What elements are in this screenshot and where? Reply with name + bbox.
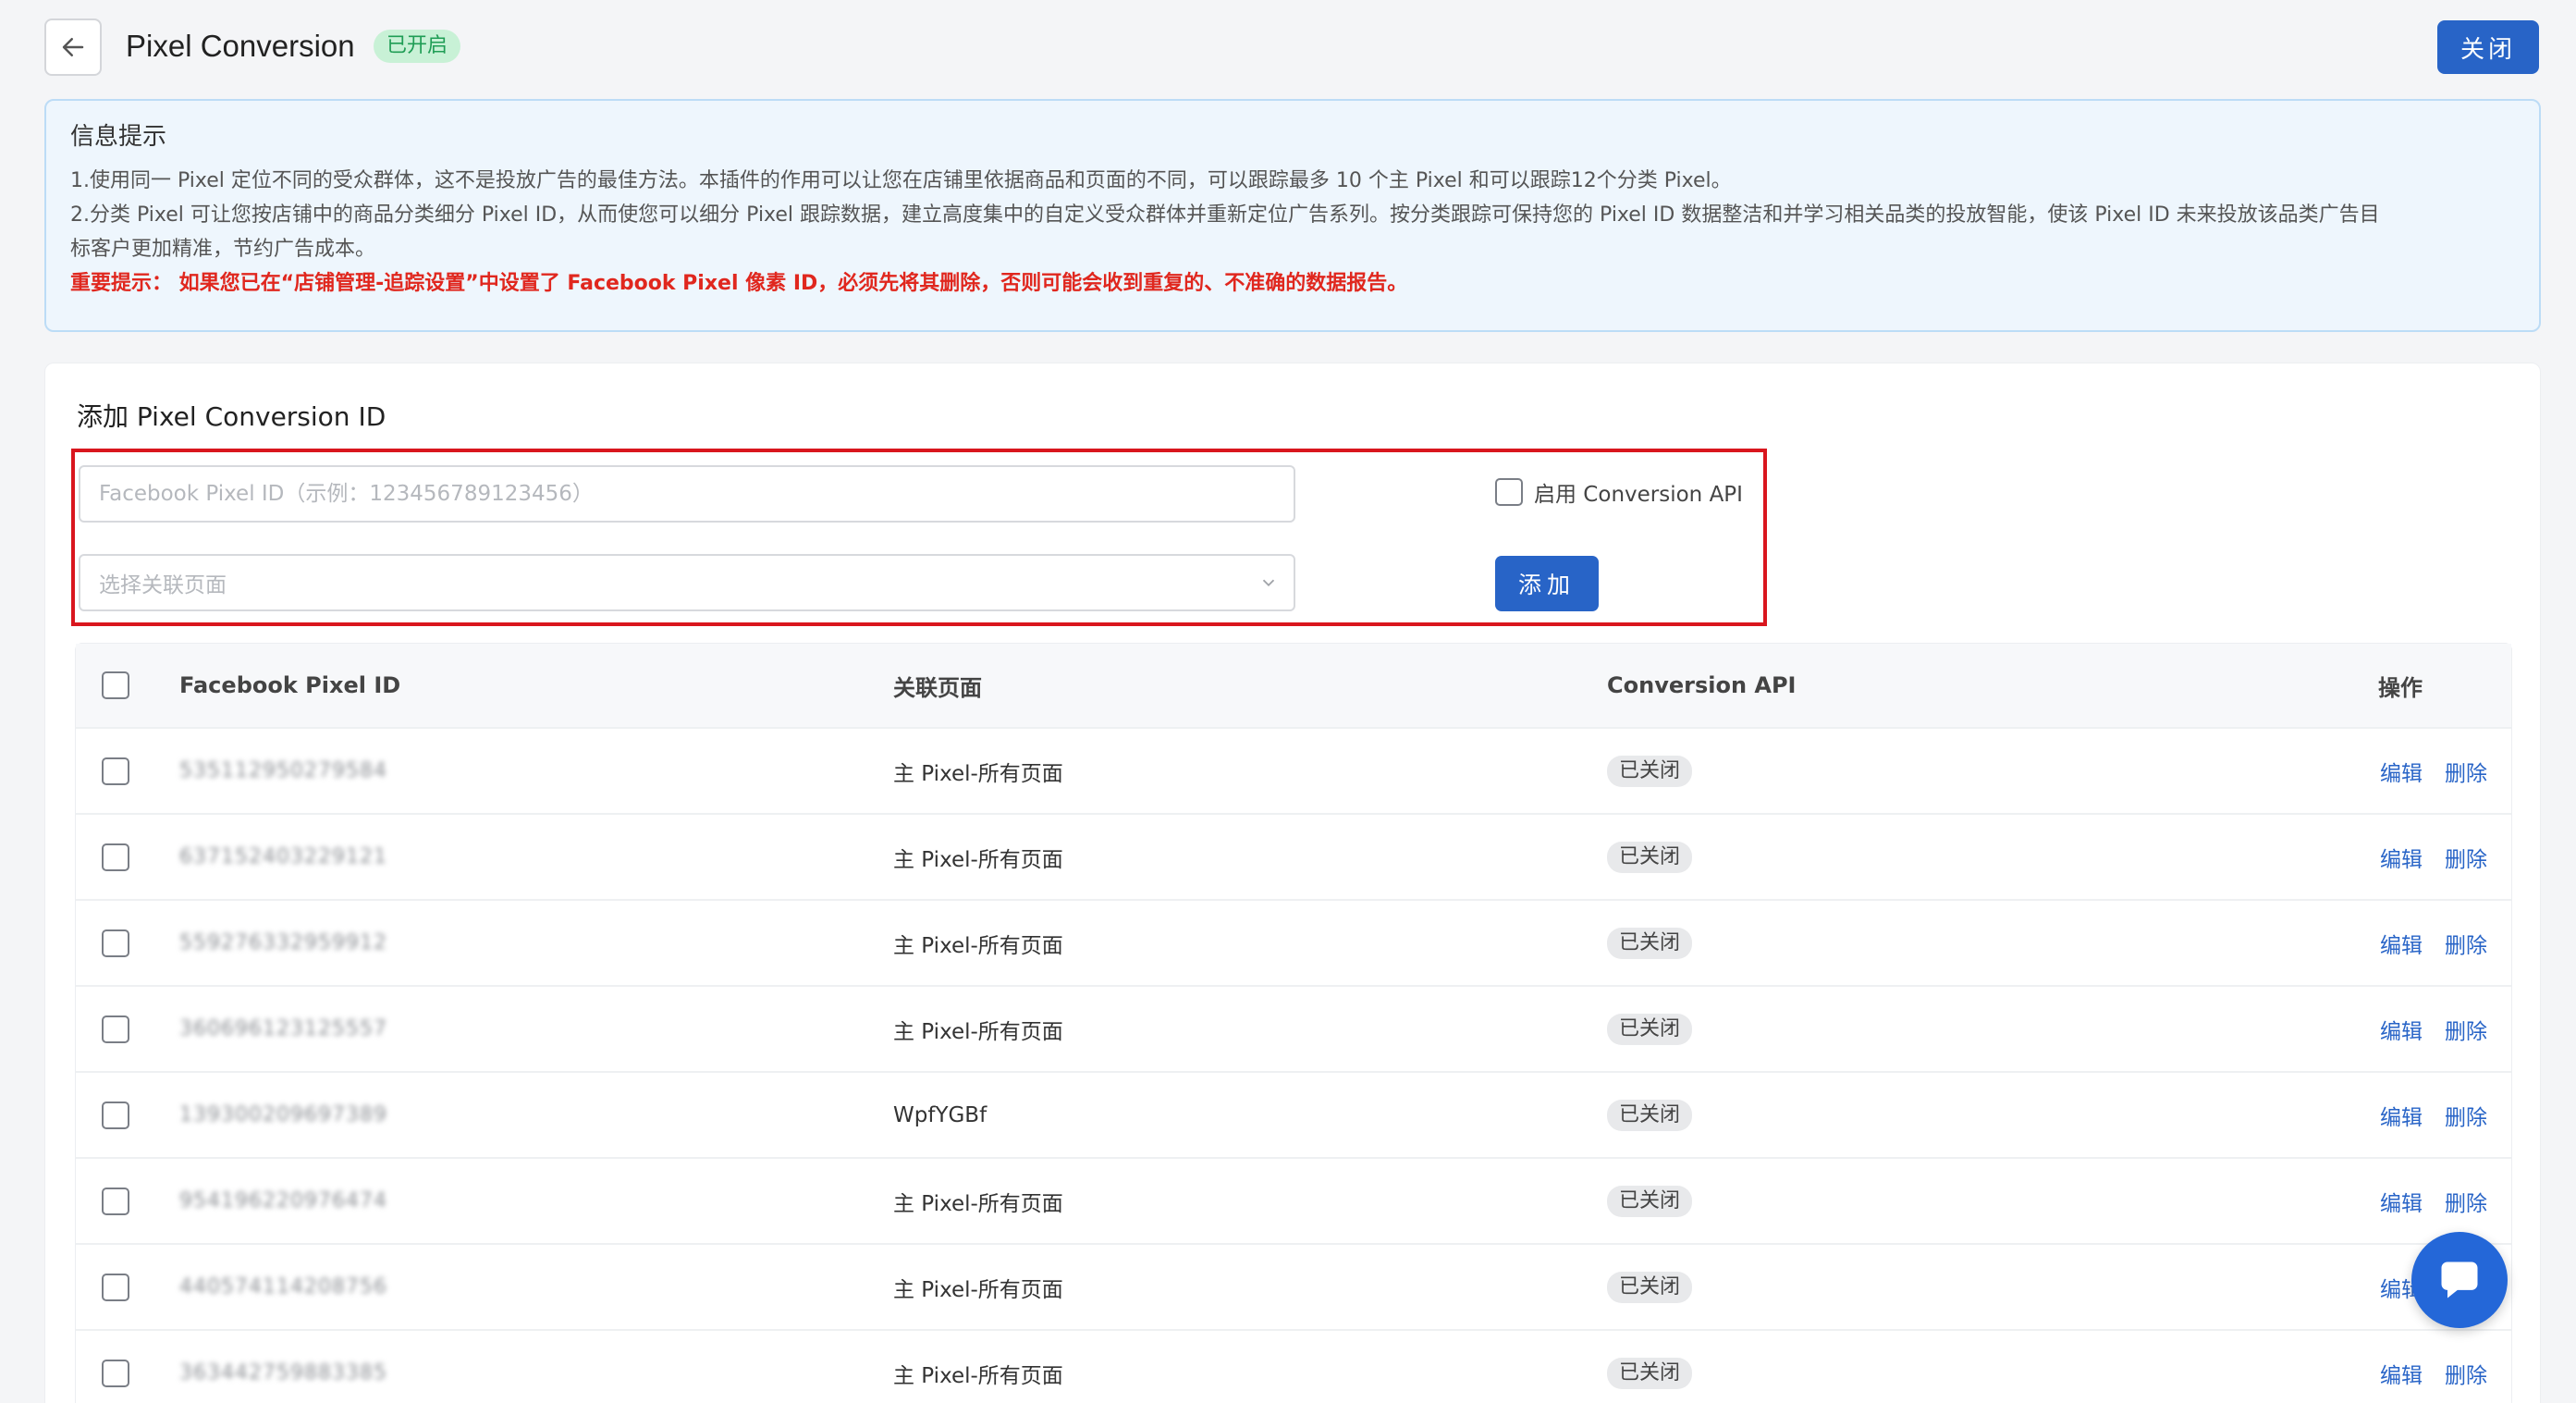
- edit-link[interactable]: 编辑: [2380, 928, 2423, 959]
- edit-link[interactable]: 编辑: [2380, 842, 2423, 873]
- delete-link[interactable]: 删除: [2445, 928, 2487, 959]
- pixel-id: 954196220976474: [179, 1189, 387, 1212]
- delete-link[interactable]: 删除: [2445, 842, 2487, 873]
- linked-page: 主 Pixel-所有页面: [893, 1277, 1063, 1302]
- capi-status-badge: 已关闭: [1607, 1099, 1693, 1131]
- linked-page: 主 Pixel-所有页面: [893, 761, 1063, 786]
- row-checkbox[interactable]: [102, 1273, 129, 1301]
- edit-link[interactable]: 编辑: [2380, 1014, 2423, 1045]
- delete-link[interactable]: 删除: [2445, 1100, 2487, 1131]
- add-section-title: 添加 Pixel Conversion ID: [77, 401, 386, 432]
- capi-status-badge: 已关闭: [1607, 1185, 1693, 1217]
- table-row: 360696123125557 主 Pixel-所有页面 已关闭 编辑 删除: [76, 985, 2511, 1071]
- page-select-placeholder: 选择关联页面: [99, 573, 227, 597]
- header-pixel-id: Facebook Pixel ID: [179, 672, 401, 698]
- capi-status-badge: 已关闭: [1607, 755, 1693, 787]
- table-row: 954196220976474 主 Pixel-所有页面 已关闭 编辑 删除: [76, 1157, 2511, 1243]
- capi-status-badge: 已关闭: [1607, 841, 1693, 873]
- page-header: Pixel Conversion 已开启 关闭: [44, 18, 2541, 76]
- table-row: 637152403229121 主 Pixel-所有页面 已关闭 编辑 删除: [76, 813, 2511, 899]
- pixel-id: 440574114208756: [179, 1275, 387, 1298]
- capi-status-badge: 已关闭: [1607, 1357, 1693, 1389]
- table-row: 440574114208756 主 Pixel-所有页面 已关闭 编辑 删除: [76, 1243, 2511, 1329]
- linked-page: 主 Pixel-所有页面: [893, 1019, 1063, 1044]
- info-line-3: 标客户更加精准，节约广告成本。: [70, 238, 376, 261]
- header-page: 关联页面: [893, 674, 982, 701]
- row-checkbox[interactable]: [102, 843, 129, 871]
- edit-link[interactable]: 编辑: [2380, 1100, 2423, 1131]
- page-title: Pixel Conversion: [126, 29, 355, 63]
- info-line-1: 1.使用同一 Pixel 定位不同的受众群体，这不是投放广告的最佳方法。本插件的…: [70, 169, 1732, 192]
- capi-checkbox[interactable]: [1495, 478, 1523, 506]
- table-header: Facebook Pixel ID 关联页面 Conversion API 操作: [76, 644, 2511, 727]
- capi-label: 启用 Conversion API: [1534, 483, 1743, 507]
- page-select[interactable]: 选择关联页面: [79, 554, 1295, 611]
- pixel-id: 559276332959912: [179, 931, 387, 954]
- pixel-table: Facebook Pixel ID 关联页面 Conversion API 操作…: [75, 643, 2512, 1403]
- table-row: 363442759883385 主 Pixel-所有页面 已关闭 编辑 删除: [76, 1329, 2511, 1403]
- row-checkbox[interactable]: [102, 929, 129, 957]
- capi-toggle[interactable]: 启用 Conversion API: [1495, 476, 1743, 508]
- linked-page: 主 Pixel-所有页面: [893, 1191, 1063, 1216]
- header-capi: Conversion API: [1607, 672, 1797, 698]
- capi-status-badge: 已关闭: [1607, 1271, 1693, 1303]
- chevron-down-icon: [1262, 579, 1275, 587]
- add-button[interactable]: 添加: [1495, 556, 1599, 611]
- info-warning: 重要提示： 如果您已在“店铺管理-追踪设置”中设置了 Facebook Pixe…: [70, 272, 1408, 295]
- linked-page: WpfYGBf: [893, 1102, 987, 1127]
- chat-button[interactable]: [2411, 1232, 2508, 1328]
- back-button[interactable]: [44, 18, 102, 76]
- select-all-checkbox[interactable]: [102, 671, 129, 699]
- edit-link[interactable]: 编辑: [2380, 1186, 2423, 1217]
- arrow-left-icon: [62, 38, 84, 56]
- chat-bubble-icon: [2441, 1261, 2478, 1298]
- table-row: 139300209697389 WpfYGBf 已关闭 编辑 删除: [76, 1071, 2511, 1157]
- delete-link[interactable]: 删除: [2445, 1014, 2487, 1045]
- status-badge: 已开启: [374, 30, 461, 63]
- linked-page: 主 Pixel-所有页面: [893, 933, 1063, 958]
- pixel-id: 637152403229121: [179, 845, 387, 868]
- table-row: 559276332959912 主 Pixel-所有页面 已关闭 编辑 删除: [76, 899, 2511, 985]
- info-title: 信息提示: [70, 123, 167, 151]
- row-checkbox[interactable]: [102, 757, 129, 785]
- delete-link[interactable]: 删除: [2445, 1358, 2487, 1389]
- pixel-id-input[interactable]: [79, 465, 1295, 523]
- pixel-id: 360696123125557: [179, 1017, 387, 1040]
- close-button[interactable]: 关闭: [2437, 20, 2539, 74]
- edit-link[interactable]: 编辑: [2380, 756, 2423, 787]
- row-checkbox[interactable]: [102, 1101, 129, 1129]
- delete-link[interactable]: 删除: [2445, 1186, 2487, 1217]
- row-checkbox[interactable]: [102, 1359, 129, 1387]
- delete-link[interactable]: 删除: [2445, 756, 2487, 787]
- pixel-id: 363442759883385: [179, 1361, 387, 1385]
- pixel-id: 139300209697389: [179, 1103, 387, 1126]
- capi-status-badge: 已关闭: [1607, 927, 1693, 959]
- capi-status-badge: 已关闭: [1607, 1013, 1693, 1045]
- info-line-2: 2.分类 Pixel 可让您按店铺中的商品分类细分 Pixel ID，从而使您可…: [70, 203, 2380, 227]
- info-notice: 信息提示 1.使用同一 Pixel 定位不同的受众群体，这不是投放广告的最佳方法…: [44, 99, 2541, 332]
- table-body: 535112950279584 主 Pixel-所有页面 已关闭 编辑 删除 6…: [76, 727, 2511, 1403]
- table-row: 535112950279584 主 Pixel-所有页面 已关闭 编辑 删除: [76, 727, 2511, 813]
- header-ops: 操作: [2378, 674, 2423, 701]
- pixel-id: 535112950279584: [179, 759, 387, 782]
- edit-link[interactable]: 编辑: [2380, 1358, 2423, 1389]
- linked-page: 主 Pixel-所有页面: [893, 1363, 1063, 1388]
- linked-page: 主 Pixel-所有页面: [893, 847, 1063, 872]
- row-checkbox[interactable]: [102, 1187, 129, 1215]
- pixel-list-card: 添加 Pixel Conversion ID 选择关联页面 启用 Convers…: [44, 363, 2541, 1403]
- row-checkbox[interactable]: [102, 1015, 129, 1043]
